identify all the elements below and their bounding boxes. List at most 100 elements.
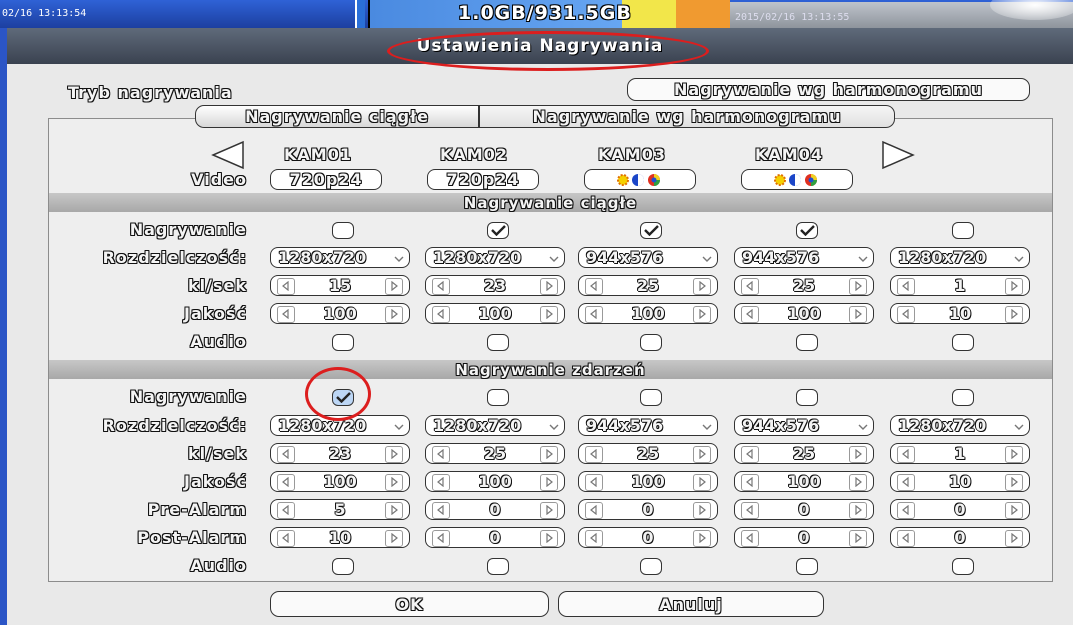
event-prealarm-stepper-5[interactable]: 0	[890, 499, 1030, 520]
event-prealarm-stepper-2[interactable]: 0	[425, 499, 565, 520]
event-postalarm-stepper-4[interactable]: 0	[734, 527, 874, 548]
continuous-fps-stepper-3[interactable]: 25	[578, 275, 718, 296]
mode-select[interactable]: Nagrywanie wg harmonogramu	[627, 78, 1030, 101]
increment-arrow-icon[interactable]	[385, 530, 403, 547]
cancel-button[interactable]: Anuluj	[558, 591, 824, 617]
increment-arrow-icon[interactable]	[693, 530, 711, 547]
increment-arrow-icon[interactable]	[693, 278, 711, 295]
decrement-arrow-icon[interactable]	[897, 278, 915, 295]
increment-arrow-icon[interactable]	[540, 502, 558, 519]
event-record-checkbox-3[interactable]	[640, 389, 662, 406]
decrement-arrow-icon[interactable]	[432, 446, 450, 463]
event-fps-stepper-3[interactable]: 25	[578, 443, 718, 464]
decrement-arrow-icon[interactable]	[277, 446, 295, 463]
event-fps-stepper-1[interactable]: 23	[270, 443, 410, 464]
event-resolution-select-4[interactable]: 944x576	[734, 415, 874, 436]
event-resolution-select-5[interactable]: 1280x720	[890, 415, 1030, 436]
continuous-audio-checkbox-4[interactable]	[796, 334, 818, 351]
increment-arrow-icon[interactable]	[540, 530, 558, 547]
decrement-arrow-icon[interactable]	[277, 306, 295, 323]
increment-arrow-icon[interactable]	[849, 446, 867, 463]
increment-arrow-icon[interactable]	[540, 474, 558, 491]
increment-arrow-icon[interactable]	[385, 474, 403, 491]
decrement-arrow-icon[interactable]	[585, 474, 603, 491]
continuous-quality-stepper-3[interactable]: 100	[578, 303, 718, 324]
event-audio-checkbox-5[interactable]	[952, 558, 974, 575]
continuous-record-checkbox-4[interactable]	[796, 222, 818, 239]
decrement-arrow-icon[interactable]	[432, 530, 450, 547]
decrement-arrow-icon[interactable]	[277, 474, 295, 491]
event-record-checkbox-2[interactable]	[487, 389, 509, 406]
tab-continuous[interactable]: Nagrywanie ciągłe	[195, 105, 479, 128]
continuous-quality-stepper-5[interactable]: 10	[890, 303, 1030, 324]
event-fps-stepper-4[interactable]: 25	[734, 443, 874, 464]
increment-arrow-icon[interactable]	[385, 306, 403, 323]
decrement-arrow-icon[interactable]	[897, 306, 915, 323]
decrement-arrow-icon[interactable]	[897, 474, 915, 491]
decrement-arrow-icon[interactable]	[741, 474, 759, 491]
decrement-arrow-icon[interactable]	[585, 502, 603, 519]
increment-arrow-icon[interactable]	[540, 306, 558, 323]
decrement-arrow-icon[interactable]	[277, 530, 295, 547]
video-format-cam1[interactable]: 720p24	[270, 169, 382, 190]
continuous-record-checkbox-2[interactable]	[487, 222, 509, 239]
event-audio-checkbox-4[interactable]	[796, 558, 818, 575]
decrement-arrow-icon[interactable]	[432, 306, 450, 323]
increment-arrow-icon[interactable]	[385, 446, 403, 463]
event-quality-stepper-3[interactable]: 100	[578, 471, 718, 492]
increment-arrow-icon[interactable]	[1005, 530, 1023, 547]
decrement-arrow-icon[interactable]	[585, 530, 603, 547]
increment-arrow-icon[interactable]	[693, 474, 711, 491]
tab-schedule[interactable]: Nagrywanie wg harmonogramu	[479, 105, 895, 128]
decrement-arrow-icon[interactable]	[741, 278, 759, 295]
increment-arrow-icon[interactable]	[849, 278, 867, 295]
event-audio-checkbox-3[interactable]	[640, 558, 662, 575]
continuous-audio-checkbox-2[interactable]	[487, 334, 509, 351]
continuous-resolution-select-5[interactable]: 1280x720	[890, 247, 1030, 268]
decrement-arrow-icon[interactable]	[277, 278, 295, 295]
continuous-fps-stepper-2[interactable]: 23	[425, 275, 565, 296]
decrement-arrow-icon[interactable]	[585, 278, 603, 295]
continuous-fps-stepper-4[interactable]: 25	[734, 275, 874, 296]
continuous-audio-checkbox-3[interactable]	[640, 334, 662, 351]
decrement-arrow-icon[interactable]	[897, 502, 915, 519]
decrement-arrow-icon[interactable]	[897, 530, 915, 547]
continuous-audio-checkbox-1[interactable]	[332, 334, 354, 351]
continuous-record-checkbox-3[interactable]	[640, 222, 662, 239]
decrement-arrow-icon[interactable]	[585, 446, 603, 463]
increment-arrow-icon[interactable]	[1005, 474, 1023, 491]
increment-arrow-icon[interactable]	[693, 446, 711, 463]
video-format-cam2[interactable]: 720p24	[427, 169, 539, 190]
event-quality-stepper-5[interactable]: 10	[890, 471, 1030, 492]
increment-arrow-icon[interactable]	[385, 502, 403, 519]
event-audio-checkbox-1[interactable]	[332, 558, 354, 575]
decrement-arrow-icon[interactable]	[277, 502, 295, 519]
video-format-cam3[interactable]	[584, 169, 696, 190]
event-audio-checkbox-2[interactable]	[487, 558, 509, 575]
event-resolution-select-3[interactable]: 944x576	[578, 415, 718, 436]
decrement-arrow-icon[interactable]	[897, 446, 915, 463]
decrement-arrow-icon[interactable]	[432, 278, 450, 295]
increment-arrow-icon[interactable]	[693, 306, 711, 323]
event-postalarm-stepper-5[interactable]: 0	[890, 527, 1030, 548]
continuous-record-checkbox-5[interactable]	[952, 222, 974, 239]
increment-arrow-icon[interactable]	[849, 306, 867, 323]
increment-arrow-icon[interactable]	[540, 446, 558, 463]
increment-arrow-icon[interactable]	[693, 502, 711, 519]
prev-camera-arrow-icon[interactable]	[211, 140, 245, 170]
increment-arrow-icon[interactable]	[1005, 502, 1023, 519]
decrement-arrow-icon[interactable]	[741, 446, 759, 463]
decrement-arrow-icon[interactable]	[741, 502, 759, 519]
event-prealarm-stepper-1[interactable]: 5	[270, 499, 410, 520]
event-record-checkbox-4[interactable]	[796, 389, 818, 406]
event-prealarm-stepper-4[interactable]: 0	[734, 499, 874, 520]
continuous-quality-stepper-4[interactable]: 100	[734, 303, 874, 324]
decrement-arrow-icon[interactable]	[585, 306, 603, 323]
event-quality-stepper-4[interactable]: 100	[734, 471, 874, 492]
continuous-resolution-select-4[interactable]: 944x576	[734, 247, 874, 268]
continuous-record-checkbox-1[interactable]	[332, 222, 354, 239]
continuous-resolution-select-3[interactable]: 944x576	[578, 247, 718, 268]
increment-arrow-icon[interactable]	[849, 474, 867, 491]
increment-arrow-icon[interactable]	[849, 530, 867, 547]
event-quality-stepper-1[interactable]: 100	[270, 471, 410, 492]
